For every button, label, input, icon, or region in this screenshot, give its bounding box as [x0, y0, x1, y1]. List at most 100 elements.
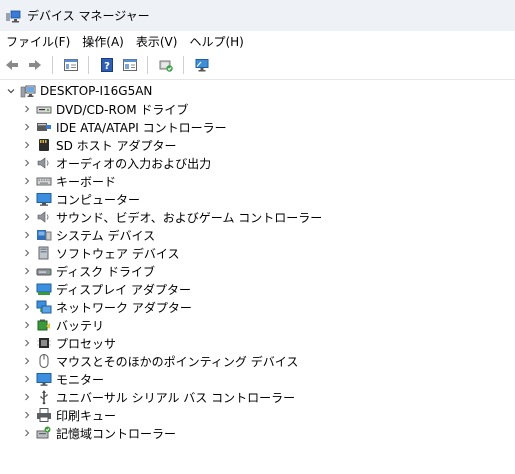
chevron-right-icon[interactable]: [21, 247, 33, 259]
chevron-right-icon[interactable]: [21, 319, 33, 331]
tree-item[interactable]: マウスとそのほかのポインティング デバイス: [0, 352, 515, 370]
tree-root-label: DESKTOP-I16G5AN: [40, 84, 153, 98]
chevron-right-icon[interactable]: [21, 175, 33, 187]
chevron-right-icon[interactable]: [21, 355, 33, 367]
software-device-icon: [36, 245, 52, 261]
tree-item-label: キーボード: [56, 174, 117, 189]
device-manager-icon: [6, 10, 21, 22]
console-tree-button[interactable]: [119, 54, 141, 76]
tree-item[interactable]: ネットワーク アダプター: [0, 298, 515, 316]
chevron-right-icon[interactable]: [21, 283, 33, 295]
tree-item[interactable]: ソフトウェア デバイス: [0, 244, 515, 262]
monitor-icon: [36, 371, 52, 387]
help-button[interactable]: ?: [96, 54, 118, 76]
storage-controller-icon: [36, 425, 52, 441]
menu-file[interactable]: ファイル(F): [0, 33, 76, 50]
speaker-icon: [36, 155, 52, 171]
chevron-right-icon[interactable]: [21, 391, 33, 403]
tree-item-label: サウンド、ビデオ、およびゲーム コントローラー: [56, 210, 323, 225]
back-button[interactable]: [1, 54, 23, 76]
network-adapter-icon: [36, 299, 52, 315]
computer-desktop-icon: [20, 83, 36, 99]
tree-item-label: ネットワーク アダプター: [56, 300, 192, 315]
tree-item-label: DVD/CD-ROM ドライブ: [56, 102, 189, 117]
chevron-right-icon[interactable]: [21, 121, 33, 133]
menu-bar: ファイル(F) 操作(A) 表示(V) ヘルプ(H): [0, 31, 515, 51]
update-driver-button[interactable]: [155, 54, 177, 76]
device-tree: DESKTOP-I16G5AN DVD/CD-ROM ドライブ IDE ATA/A…: [0, 82, 515, 442]
tree-item[interactable]: ディスプレイ アダプター: [0, 280, 515, 298]
chevron-right-icon[interactable]: [21, 265, 33, 277]
chevron-right-icon[interactable]: [21, 301, 33, 313]
menu-view[interactable]: 表示(V): [130, 33, 184, 50]
tree-item-label: 記憶域コントローラー: [56, 426, 177, 441]
chevron-right-icon[interactable]: [21, 193, 33, 205]
scan-hardware-button[interactable]: [191, 54, 213, 76]
chevron-down-icon[interactable]: [5, 85, 17, 97]
properties-button[interactable]: [60, 54, 82, 76]
tree-item-label: モニター: [56, 372, 105, 387]
chevron-right-icon[interactable]: [21, 157, 33, 169]
tree-item[interactable]: ディスク ドライブ: [0, 262, 515, 280]
tree-item-label: システム デバイス: [56, 228, 156, 243]
tree-item-label: IDE ATA/ATAPI コントローラー: [56, 120, 227, 135]
window-title: デバイス マネージャー: [27, 9, 150, 23]
chevron-right-icon[interactable]: [21, 229, 33, 241]
chevron-right-icon[interactable]: [21, 337, 33, 349]
tree-item-label: ディスプレイ アダプター: [56, 282, 191, 297]
chevron-right-icon[interactable]: [21, 409, 33, 421]
keyboard-icon: [36, 173, 52, 189]
dvd-drive-icon: [36, 101, 52, 117]
chevron-right-icon[interactable]: [21, 373, 33, 385]
tree-item[interactable]: モニター: [0, 370, 515, 388]
chevron-right-icon[interactable]: [21, 139, 33, 151]
tree-item-label: マウスとそのほかのポインティング デバイス: [56, 354, 299, 369]
disk-drive-icon: [36, 263, 52, 279]
tree-item[interactable]: DVD/CD-ROM ドライブ: [0, 100, 515, 118]
tree-root[interactable]: DESKTOP-I16G5AN: [0, 82, 515, 100]
forward-button[interactable]: [24, 54, 46, 76]
svg-text:?: ?: [104, 61, 110, 72]
chevron-right-icon[interactable]: [21, 103, 33, 115]
ide-controller-icon: [36, 119, 52, 135]
tree-item[interactable]: オーディオの入力および出力: [0, 154, 515, 172]
help-icon: ?: [101, 58, 113, 72]
menu-help[interactable]: ヘルプ(H): [183, 33, 249, 50]
tree-item-label: ソフトウェア デバイス: [56, 246, 180, 261]
tree-item[interactable]: ユニバーサル シリアル バス コントローラー: [0, 388, 515, 406]
battery-icon: [36, 317, 52, 333]
tree-item-label: 印刷キュー: [56, 408, 117, 423]
tree-item-label: ユニバーサル シリアル バス コントローラー: [56, 390, 296, 405]
forward-arrow-icon: [29, 60, 41, 70]
chevron-right-icon[interactable]: [21, 211, 33, 223]
tree-item[interactable]: プロセッサ: [0, 334, 515, 352]
toolbar-separator: [147, 56, 148, 74]
tree-item-label: プロセッサ: [56, 336, 117, 351]
tree-item[interactable]: 印刷キュー: [0, 406, 515, 424]
tree-item[interactable]: サウンド、ビデオ、およびゲーム コントローラー: [0, 208, 515, 226]
chevron-right-icon[interactable]: [21, 427, 33, 439]
sd-host-icon: [36, 137, 52, 153]
tree-item[interactable]: キーボード: [0, 172, 515, 190]
display-adapter-icon: [36, 281, 52, 297]
monitor-scan-icon: [195, 59, 209, 72]
toolbar: ?: [0, 51, 515, 80]
menu-action[interactable]: 操作(A): [76, 33, 130, 50]
toolbar-separator: [183, 56, 184, 74]
properties-icon: [64, 59, 78, 71]
tree-item-label: ディスク ドライブ: [56, 264, 155, 279]
update-driver-icon: [159, 60, 173, 72]
mouse-icon: [36, 353, 52, 369]
processor-icon: [36, 335, 52, 351]
tree-item[interactable]: SD ホスト アダプター: [0, 136, 515, 154]
tree-item-label: バッテリ: [56, 318, 105, 333]
title-bar: デバイス マネージャー: [0, 0, 515, 31]
back-arrow-icon: [6, 60, 18, 70]
tree-item[interactable]: 記憶域コントローラー: [0, 424, 515, 442]
tree-item[interactable]: コンピューター: [0, 190, 515, 208]
tree-item[interactable]: バッテリ: [0, 316, 515, 334]
toolbar-separator: [52, 56, 53, 74]
tree-item[interactable]: システム デバイス: [0, 226, 515, 244]
usb-icon: [36, 389, 52, 405]
tree-item[interactable]: IDE ATA/ATAPI コントローラー: [0, 118, 515, 136]
